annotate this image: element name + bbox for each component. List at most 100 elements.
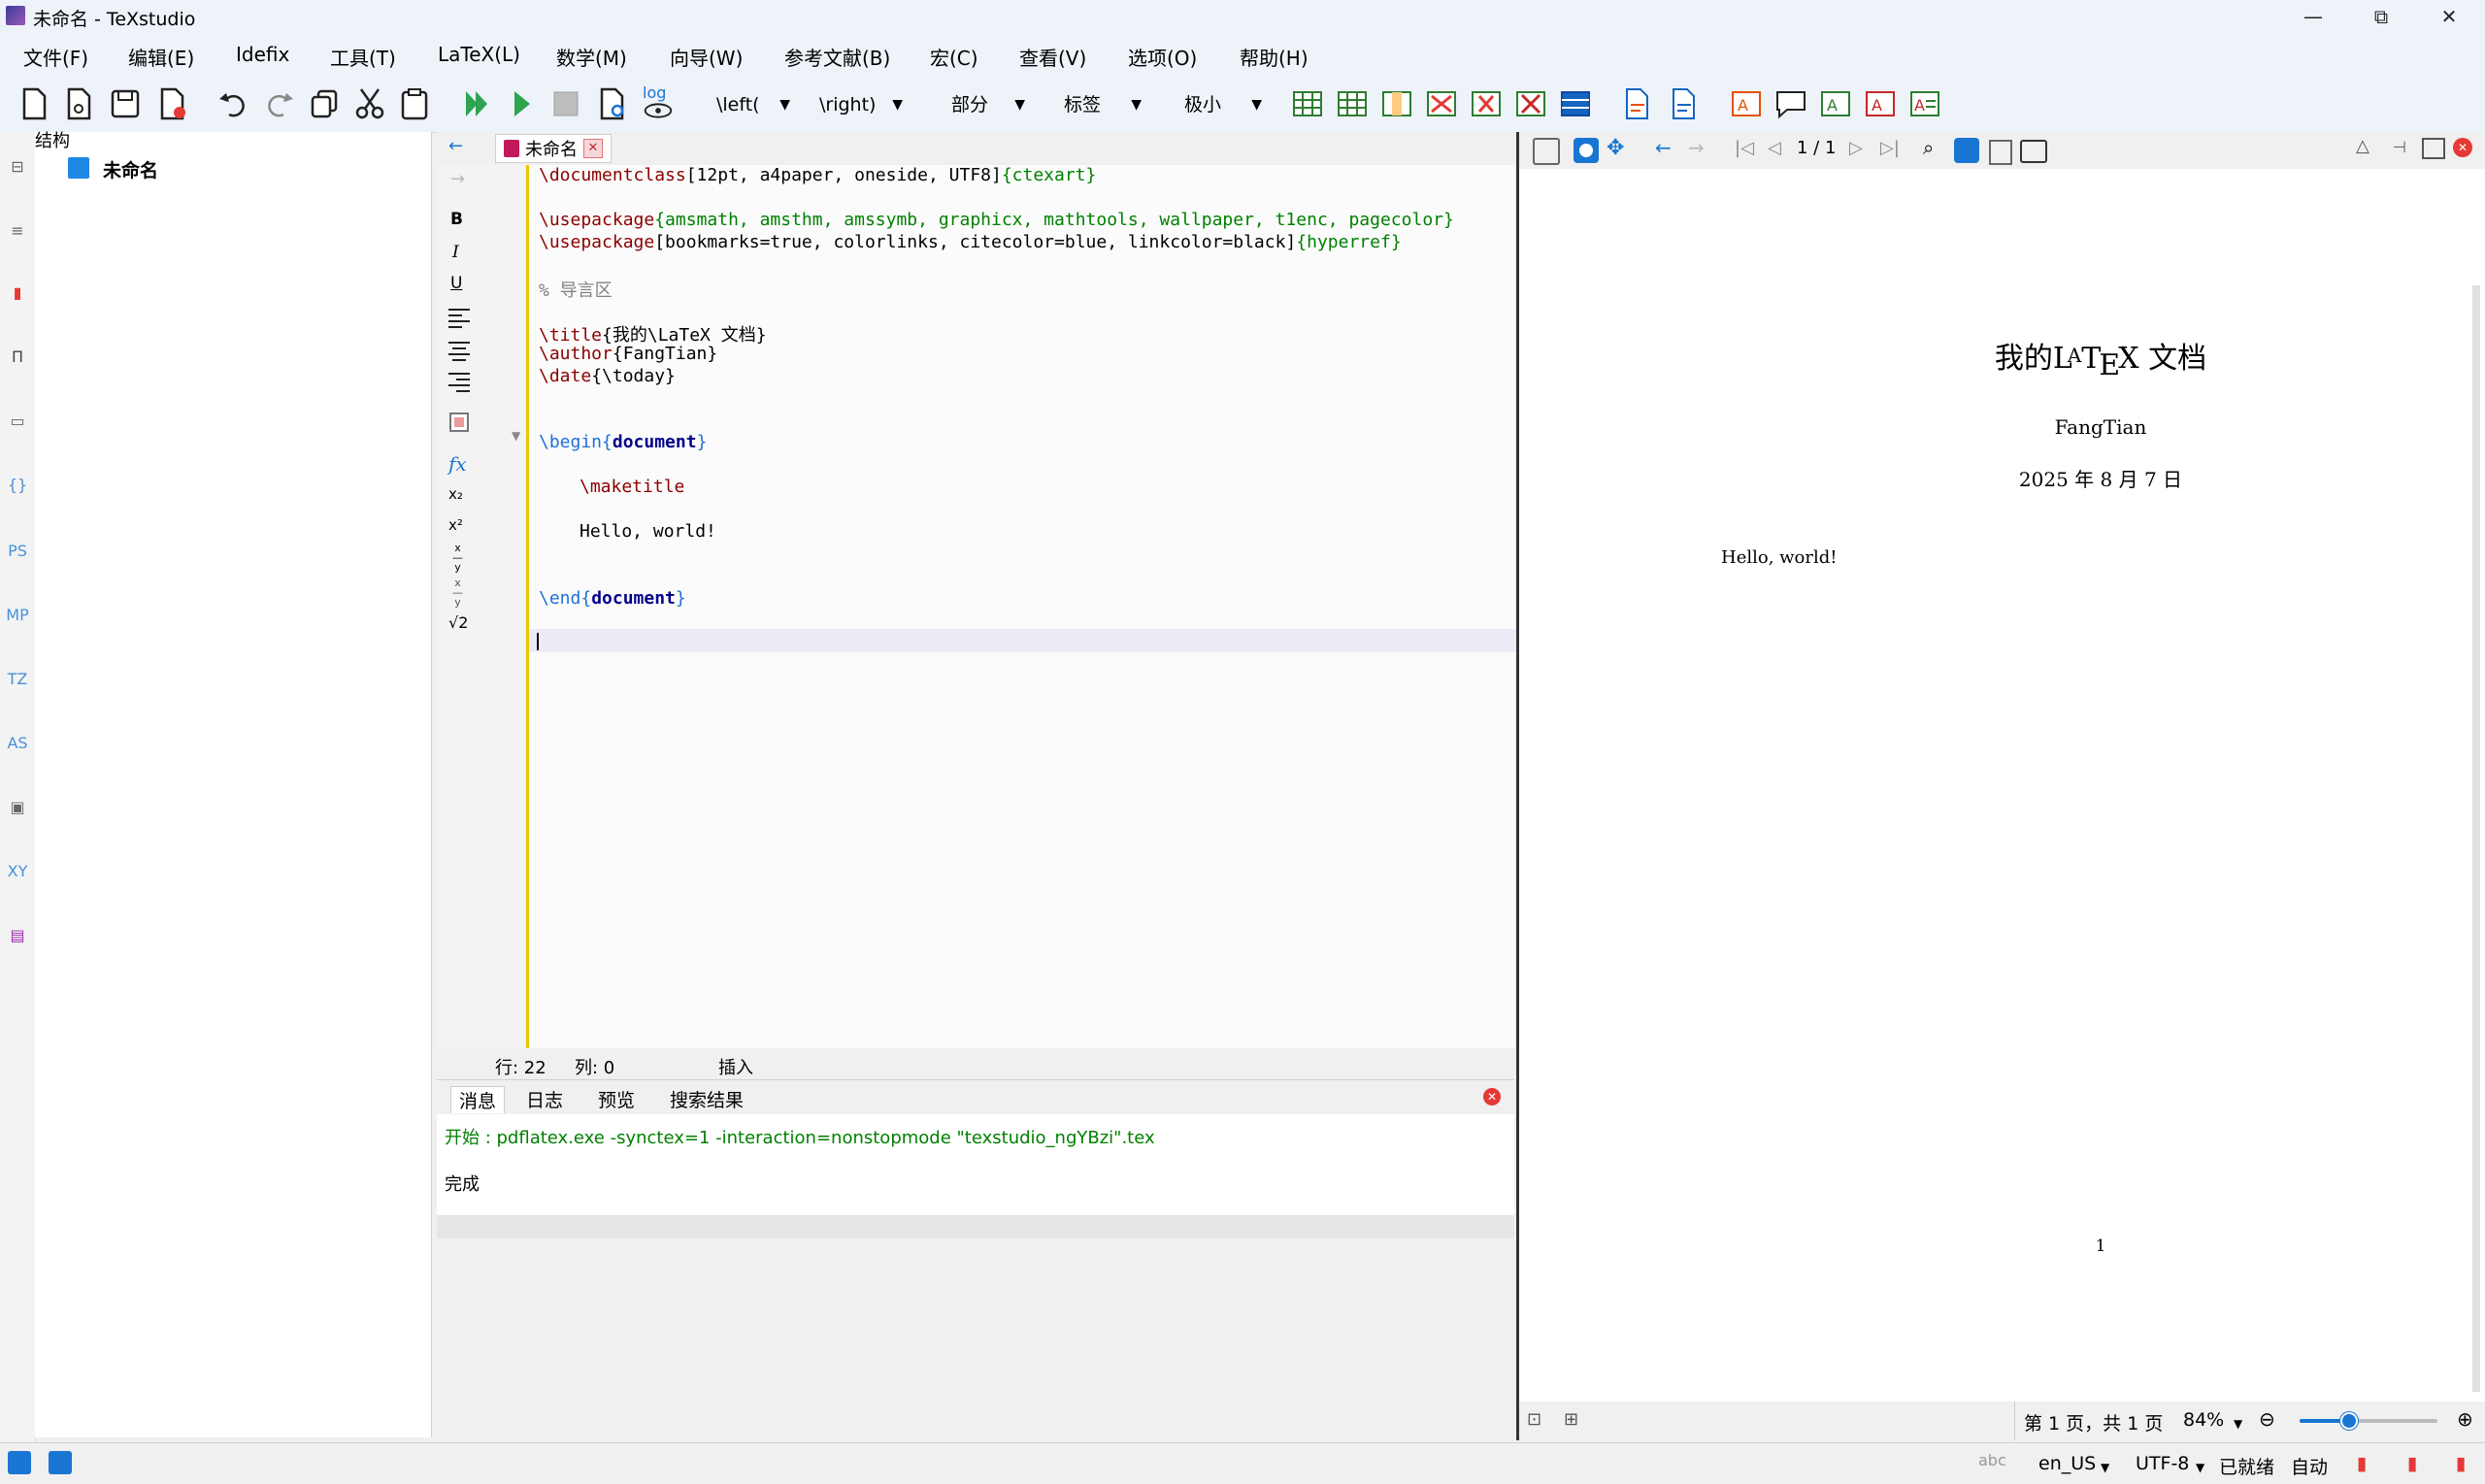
menu-tools[interactable]: 工具(T) [330, 43, 396, 71]
pointer-tool-icon[interactable] [1574, 138, 1599, 163]
search-icon[interactable]: ⌕ [1923, 136, 1934, 159]
symbols-icon[interactable]: Π [4, 344, 31, 371]
toc-icon[interactable]: ≡ [4, 217, 31, 245]
horizontal-scrollbar[interactable] [437, 1215, 1514, 1238]
table-icon[interactable] [1289, 85, 1326, 122]
save-icon[interactable] [107, 85, 144, 122]
single-page-icon[interactable] [1954, 138, 1979, 163]
section-combo[interactable]: 部分 ▼ [951, 87, 1029, 122]
fullscreen-icon[interactable] [2020, 140, 2047, 163]
next-page-icon[interactable]: ▷ [1849, 138, 1863, 158]
table-clear-icon[interactable] [1512, 85, 1549, 122]
tab-preview[interactable]: 预览 [590, 1086, 643, 1112]
chevron-down-icon[interactable]: ▼ [2234, 1417, 2242, 1431]
prev-page-icon[interactable]: ◁ [1768, 138, 1781, 158]
structure-tree-icon[interactable]: ⊟ [4, 153, 31, 181]
stop-compile-icon[interactable] [547, 85, 584, 122]
menu-idefix[interactable]: Idefix [236, 43, 289, 66]
align-left-icon[interactable] [447, 307, 472, 328]
dock-icon[interactable]: ⊣ [2393, 138, 2406, 156]
last-page-icon[interactable]: ▷| [1880, 138, 1900, 158]
table-delete-column-icon[interactable] [1468, 85, 1505, 122]
forward-arrow-icon[interactable]: → [450, 169, 465, 189]
zoom-out-icon[interactable]: ⊖ [2259, 1407, 2275, 1431]
message-toggle-icon[interactable] [49, 1451, 72, 1474]
close-viewer-icon[interactable]: ✕ [2453, 138, 2472, 157]
align-center-icon[interactable] [447, 340, 472, 361]
chevron-down-icon[interactable]: ▼ [2101, 1461, 2109, 1474]
cut-icon[interactable] [351, 85, 388, 122]
table-align-icon[interactable] [1557, 85, 1594, 122]
zoom-slider[interactable] [2300, 1412, 2437, 1430]
pstricks-tab[interactable]: PS [4, 538, 31, 565]
menu-view[interactable]: 查看(V) [1019, 43, 1086, 71]
zoom-in-icon[interactable]: ⊕ [2457, 1407, 2473, 1431]
auto-status[interactable]: 自动 [2291, 1453, 2328, 1479]
align-right-icon[interactable] [447, 371, 472, 392]
chevron-down-icon[interactable]: ▼ [2196, 1461, 2204, 1474]
first-page-icon[interactable]: |◁ [1735, 138, 1754, 158]
close-document-icon[interactable] [153, 85, 190, 122]
sqrt-button[interactable]: √2 [448, 613, 468, 632]
structure-toggle-icon[interactable] [8, 1451, 31, 1474]
pdf-scrollbar[interactable] [2472, 285, 2480, 1392]
menu-math[interactable]: 数学(M) [556, 43, 627, 71]
folder-icon[interactable]: ▭ [4, 408, 31, 435]
math-function-button[interactable]: fx [448, 452, 467, 476]
right-delimiter-combo[interactable]: \right) ▼ [819, 87, 907, 122]
new-from-template-icon[interactable] [60, 85, 97, 122]
sync-icon[interactable] [1533, 138, 1560, 165]
close-panel-icon[interactable]: ✕ [1483, 1088, 1501, 1105]
text-box-icon[interactable]: A [1728, 85, 1765, 122]
dfrac-icon[interactable]: x — y [452, 577, 463, 608]
table-delete-row-icon[interactable] [1423, 85, 1460, 122]
move-tool-icon[interactable]: ✥ [1607, 136, 1624, 160]
close-button[interactable]: ✕ [2415, 0, 2483, 33]
bookmark-icon[interactable]: ▮ [2407, 1453, 2417, 1474]
pdf-viewer[interactable]: 我的LATEX 文档 FangTian 2025 年 8 月 7 日 Hello… [1516, 169, 2485, 1402]
redo-icon[interactable] [260, 85, 297, 122]
view-log-icon[interactable]: log [639, 83, 678, 122]
macro-icon[interactable]: ▤ [4, 922, 31, 949]
paste-icon[interactable] [396, 85, 433, 122]
undo-icon[interactable] [215, 85, 252, 122]
new-file-icon[interactable] [16, 85, 52, 122]
code-editor[interactable]: ▼ \documentclass[12pt, a4paper, oneside,… [512, 165, 1517, 1048]
comment-icon[interactable] [1773, 85, 1809, 122]
collapse-icon[interactable]: △ [2356, 136, 2369, 156]
menu-edit[interactable]: 编辑(E) [128, 43, 194, 71]
language-selector[interactable]: en_US [2038, 1453, 2096, 1474]
menu-help[interactable]: 帮助(H) [1240, 43, 1309, 71]
xy-tab[interactable]: XY [4, 858, 31, 885]
menu-macros[interactable]: 宏(C) [930, 43, 978, 71]
left-delimiter-combo[interactable]: \left(▼ [716, 87, 794, 122]
menu-bibliography[interactable]: 参考文献(B) [784, 43, 890, 71]
zoom-slider-thumb[interactable] [2339, 1412, 2358, 1430]
sync-to-source-icon[interactable]: ⊡ [1527, 1409, 1541, 1430]
italic-button[interactable]: I [452, 243, 459, 262]
label-combo[interactable]: 标签 ▼ [1064, 87, 1145, 122]
menu-latex[interactable]: LaTeX(L) [438, 43, 520, 66]
insert-image-icon[interactable] [1619, 85, 1656, 122]
zoom-value[interactable]: 84% [2183, 1409, 2224, 1431]
text-green-icon[interactable]: A [1817, 85, 1854, 122]
maximize-button[interactable]: ⧉ [2347, 0, 2415, 33]
tikz-tab[interactable]: TZ [4, 666, 31, 693]
fold-arrow-icon[interactable]: ▼ [512, 429, 520, 443]
asymptote-tab[interactable]: AS [4, 730, 31, 757]
compile-icon[interactable] [503, 85, 540, 122]
encoding-selector[interactable]: UTF-8 [2136, 1453, 2189, 1474]
bookmark-icon[interactable]: ▮ [2456, 1453, 2466, 1474]
forward-icon[interactable]: → [1688, 136, 1705, 159]
fraction-icon[interactable]: x — y [452, 543, 463, 573]
page-indicator[interactable]: 1 / 1 [1797, 138, 1836, 158]
back-arrow-icon[interactable]: ← [448, 136, 463, 156]
insert-mode[interactable]: 插入 [718, 1054, 753, 1079]
sync-to-pdf-icon[interactable]: ⊞ [1564, 1409, 1578, 1430]
braces-icon[interactable]: {} [4, 472, 31, 499]
menu-options[interactable]: 选项(O) [1128, 43, 1197, 71]
insert-include-icon[interactable] [1666, 85, 1703, 122]
table-column-icon[interactable] [1378, 85, 1415, 122]
tab-close-icon[interactable]: ✕ [583, 139, 603, 158]
back-icon[interactable]: ← [1655, 136, 1672, 159]
